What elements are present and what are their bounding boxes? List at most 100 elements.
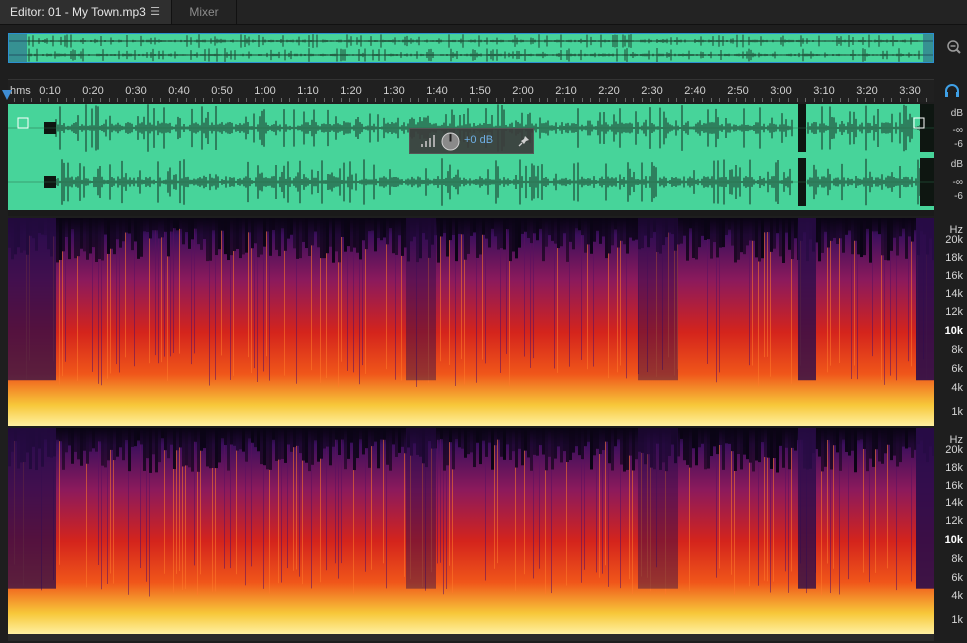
time-ruler[interactable]: hms 0:10 0:20 0:30 0:40 0:50 1:00 1:10 1:20 1:30… [8,79,934,102]
ruler-tick-label: 1:50 [469,85,491,97]
volume-hud[interactable]: +0 dB [409,128,534,154]
ruler-minor-tick [263,98,265,102]
ruler-minor-tick [874,98,875,102]
ruler-tick-label: 3:20 [856,85,878,97]
ruler-minor-tick [168,98,170,102]
ruler-minor-tick [65,98,67,102]
db-minus6-lower: -6 [954,191,963,202]
hz-label: 1k [951,406,963,418]
ruler-minor-tick [856,98,858,102]
ruler-unit-label: hms [10,85,31,97]
ruler-tick-label: 0:50 [211,85,233,97]
knob-icon[interactable] [441,132,460,151]
hz-label: 12k [945,306,963,318]
spectrogram-right-channel[interactable] [8,428,934,634]
ruler-minor-tick [796,98,798,102]
ruler-minor-tick [358,98,359,102]
ruler-minor-tick [452,98,454,102]
overview-range-end[interactable] [923,34,933,62]
tab-editor[interactable]: Editor: 01 - My Town.mp3 [0,0,171,24]
ruler-minor-tick [899,98,901,102]
ruler-minor-tick [590,98,592,102]
hz-label: 16k [945,479,963,492]
ruler-minor-tick [332,98,334,102]
db-minus6-upper: -6 [954,139,963,150]
ruler-minor-tick [409,98,411,102]
frequency-scale-left: Hz 20k 18k 16k 14k 12k 10k 8k 6k 4k 1k [934,218,967,426]
hz-label: 10k [944,533,963,546]
ruler-minor-tick [469,98,471,102]
volume-bars-icon [421,135,435,147]
ruler-minor-tick [108,98,110,102]
ruler-minor-tick [633,98,635,102]
ruler-tick-label: 0:10 [39,85,61,97]
view-splitter[interactable] [8,210,934,216]
hz-label: 20k [945,443,963,456]
ruler-minor-tick [444,98,445,102]
headphone-icon[interactable] [944,84,960,98]
ruler-minor-tick [211,98,213,102]
hz-label: 1k [951,614,963,627]
ruler-minor-tick [160,98,162,102]
ruler-tick-label: 2:20 [598,85,620,97]
ruler-minor-tick [418,98,420,102]
ruler-minor-tick [435,98,437,102]
ruler-minor-tick [315,98,316,102]
ruler-minor-tick [693,98,695,102]
ruler-minor-tick [349,98,351,102]
hz-label: 18k [945,252,963,264]
tab-mixer[interactable]: Mixer [171,0,237,24]
ruler-minor-tick [177,98,179,102]
ruler-minor-tick [22,98,24,102]
hz-label: 14k [945,288,963,300]
volume-value[interactable]: +0 dB [464,134,493,146]
hz-label: 8k [951,344,963,356]
ruler-tick-label: 0:30 [125,85,147,97]
playhead-marker[interactable] [2,90,12,100]
overview-waveform[interactable] [8,33,934,63]
pin-icon[interactable] [518,135,530,147]
ruler-minor-tick [125,98,127,102]
menu-icon[interactable]: ☰ [148,0,162,24]
ruler-minor-tick [186,98,187,102]
ruler-minor-tick [684,98,686,102]
ruler-minor-tick [134,98,136,102]
waveform-graphic [8,104,934,206]
hz-label: 16k [945,270,963,282]
spectrogram-left-graphic [8,218,934,426]
ruler-minor-tick [788,98,789,102]
ruler-minor-tick [229,98,230,102]
ruler-minor-tick [624,98,626,102]
ruler-minor-tick [323,98,325,102]
ruler-minor-tick [908,98,910,102]
spectrogram-right-graphic [8,428,934,634]
hz-label: 12k [945,515,963,528]
ruler-minor-tick [925,98,927,102]
fade-in-handle[interactable] [17,117,29,129]
ruler-minor-tick [478,98,480,102]
ruler-tick-label: 0:20 [82,85,104,97]
hz-label: 10k [944,325,963,337]
waveform-display[interactable] [8,104,934,210]
ruler-minor-tick [100,98,101,102]
ruler-minor-tick [297,98,299,102]
ruler-minor-tick [891,98,893,102]
ruler-minor-tick [650,98,652,102]
zoom-icon[interactable] [944,38,962,56]
spectrogram-left-channel[interactable] [8,218,934,426]
ruler-minor-tick [607,98,609,102]
hz-label: 4k [951,382,963,394]
overview-range-start[interactable] [9,34,27,62]
ruler-tick-label: 2:00 [512,85,534,97]
ruler-minor-tick [340,98,342,102]
ruler-minor-tick [280,98,282,102]
amplitude-scale: dB -∞ -6 dB -∞ -6 [936,104,967,210]
ruler-minor-tick [392,98,394,102]
horizontal-scrollbar[interactable] [8,634,934,641]
ruler-minor-tick [779,98,781,102]
ruler-minor-tick [31,98,33,102]
ruler-minor-tick [667,98,669,102]
ruler-minor-tick [82,98,84,102]
ruler-minor-tick [848,98,850,102]
ruler-minor-tick [487,98,488,102]
